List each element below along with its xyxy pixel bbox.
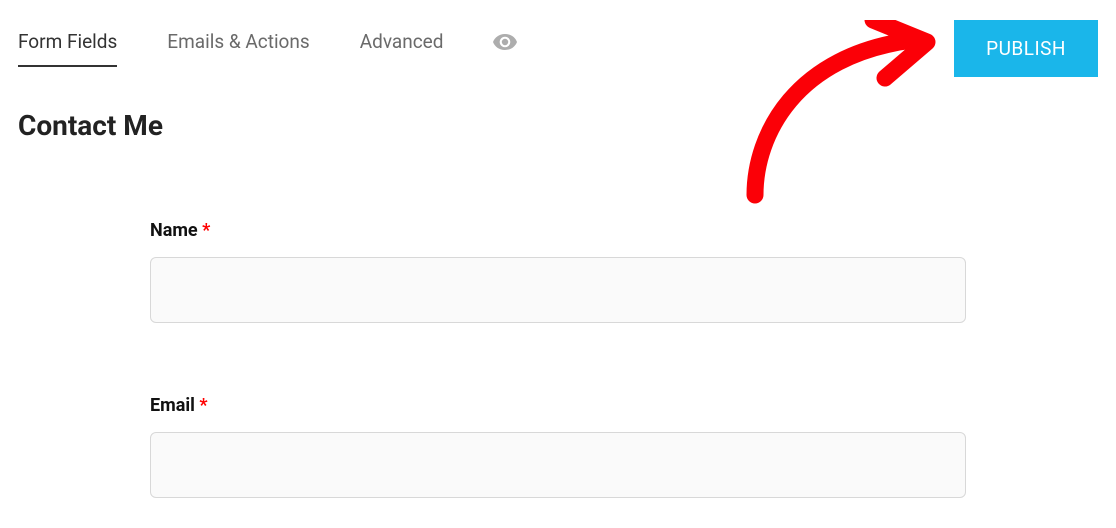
form-preview: Name * Email * xyxy=(0,142,1116,498)
header-bar: Form Fields Emails & Actions Advanced PU… xyxy=(0,0,1116,77)
label-text: Name xyxy=(150,220,198,241)
page-title: Contact Me xyxy=(0,77,1116,142)
field-group-name: Name * xyxy=(150,220,966,323)
publish-button[interactable]: PUBLISH xyxy=(954,20,1098,77)
required-indicator: * xyxy=(199,395,207,416)
field-label-name: Name * xyxy=(150,220,966,241)
field-label-email: Email * xyxy=(150,395,966,416)
required-indicator: * xyxy=(202,220,210,241)
label-text: Email xyxy=(150,395,195,416)
field-group-email: Email * xyxy=(150,395,966,498)
preview-icon[interactable] xyxy=(493,34,517,64)
tab-advanced[interactable]: Advanced xyxy=(360,30,444,67)
link-icon[interactable] xyxy=(902,37,926,61)
header-actions: PUBLISH xyxy=(902,20,1098,77)
tab-emails-actions[interactable]: Emails & Actions xyxy=(167,30,309,67)
email-field[interactable] xyxy=(150,432,966,498)
name-field[interactable] xyxy=(150,257,966,323)
tab-list: Form Fields Emails & Actions Advanced xyxy=(18,30,517,67)
tab-form-fields[interactable]: Form Fields xyxy=(18,30,117,67)
